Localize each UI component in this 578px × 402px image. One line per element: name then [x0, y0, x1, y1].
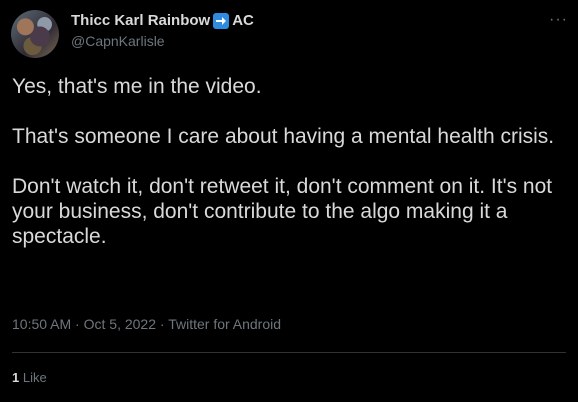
- more-options-icon[interactable]: ···: [549, 11, 568, 29]
- tweet-source[interactable]: Twitter for Android: [168, 316, 281, 332]
- tweet-time[interactable]: 10:50 AM: [12, 316, 71, 332]
- divider: [12, 352, 566, 353]
- right-arrow-emoji-icon: [213, 12, 230, 29]
- tweet-paragraph: That's someone I care about having a men…: [12, 125, 555, 148]
- display-name-suffix[interactable]: AC: [232, 12, 254, 29]
- avatar[interactable]: [11, 10, 59, 58]
- author-handle[interactable]: @CapnKarlisle: [71, 33, 165, 49]
- tweet-paragraph: Don't watch it, don't retweet it, don't …: [12, 175, 553, 248]
- tweet-date[interactable]: Oct 5, 2022: [84, 316, 156, 332]
- tweet-paragraph: Yes, that's me in the video.: [12, 75, 262, 98]
- display-name[interactable]: Thicc Karl Rainbow: [71, 12, 210, 29]
- tweet-metadata: 10:50 AM · Oct 5, 2022 · Twitter for And…: [12, 316, 281, 332]
- author-name-row[interactable]: Thicc Karl Rainbow AC: [71, 12, 254, 29]
- tweet-text: Yes, that's me in the video. That's some…: [12, 74, 566, 249]
- tweet: Thicc Karl Rainbow AC @CapnKarlisle ··· …: [0, 0, 578, 402]
- likes-count: 1: [12, 370, 20, 385]
- meta-separator: ·: [71, 316, 84, 332]
- likes-label: Like: [22, 370, 47, 385]
- likes-stat[interactable]: 1 Like: [12, 370, 47, 385]
- meta-separator: ·: [156, 316, 169, 332]
